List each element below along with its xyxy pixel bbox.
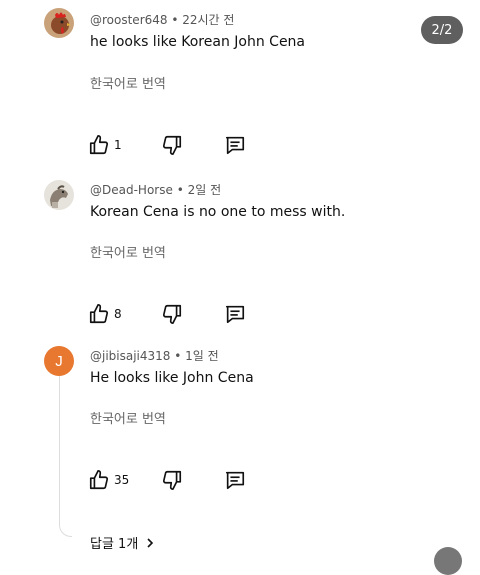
horse-avatar-icon xyxy=(44,180,74,210)
comment-author[interactable]: @rooster648 xyxy=(90,13,168,27)
comment-icon xyxy=(225,471,245,490)
comment-time: • 1일 전 xyxy=(174,349,219,363)
comment-text: he looks like Korean John Cena xyxy=(90,34,306,50)
comment-text: Korean Cena is no one to mess with. xyxy=(90,204,346,220)
thumbs-down-icon xyxy=(162,470,182,490)
like-button[interactable]: 1 xyxy=(88,134,122,156)
dislike-button[interactable] xyxy=(161,469,183,491)
thumbs-up-icon xyxy=(89,135,109,155)
dislike-button[interactable] xyxy=(161,303,183,325)
comment-icon xyxy=(225,136,245,155)
like-button[interactable]: 35 xyxy=(88,469,129,491)
comment-author[interactable]: @Dead-Horse xyxy=(90,183,173,197)
comment-meta: @jibisaji4318 • 1일 전 xyxy=(90,347,219,364)
translate-link[interactable]: 한국어로 번역 xyxy=(90,242,166,261)
thumbs-down-icon xyxy=(162,304,182,324)
avatar[interactable]: J xyxy=(44,346,74,376)
avatar[interactable] xyxy=(44,8,74,38)
comment-icon xyxy=(225,305,245,324)
page-indicator: 2/2 xyxy=(421,16,463,44)
rooster-avatar-icon xyxy=(44,8,74,38)
replies-label: 답글 1개 xyxy=(90,537,139,552)
thumbs-down-icon xyxy=(162,135,182,155)
thread-line xyxy=(59,376,72,537)
like-count: 35 xyxy=(114,473,130,487)
like-count: 8 xyxy=(114,307,122,321)
comment-author[interactable]: @jibisaji4318 xyxy=(90,349,170,363)
comment-meta: @rooster648 • 22시간 전 xyxy=(90,11,234,28)
avatar-letter: J xyxy=(55,352,63,370)
reply-button[interactable] xyxy=(224,303,246,325)
thumbs-up-icon xyxy=(89,304,109,324)
comment-time: • 22시간 전 xyxy=(171,13,235,27)
chevron-right-icon xyxy=(147,537,154,548)
avatar[interactable] xyxy=(44,180,74,210)
reply-button[interactable] xyxy=(224,469,246,491)
replies-button[interactable]: 답글 1개 xyxy=(90,533,156,552)
comment-meta: @Dead-Horse • 2일 전 xyxy=(90,181,221,198)
thumbs-up-icon xyxy=(89,470,109,490)
translate-link[interactable]: 한국어로 번역 xyxy=(90,73,166,92)
reply-button[interactable] xyxy=(224,134,246,156)
comment-text: He looks like John Cena xyxy=(90,370,254,386)
translate-link[interactable]: 한국어로 번역 xyxy=(90,408,166,427)
dislike-button[interactable] xyxy=(161,134,183,156)
like-count: 1 xyxy=(114,138,122,152)
like-button[interactable]: 8 xyxy=(88,303,122,325)
avatar[interactable] xyxy=(434,547,462,575)
comment-time: • 2일 전 xyxy=(176,183,222,197)
